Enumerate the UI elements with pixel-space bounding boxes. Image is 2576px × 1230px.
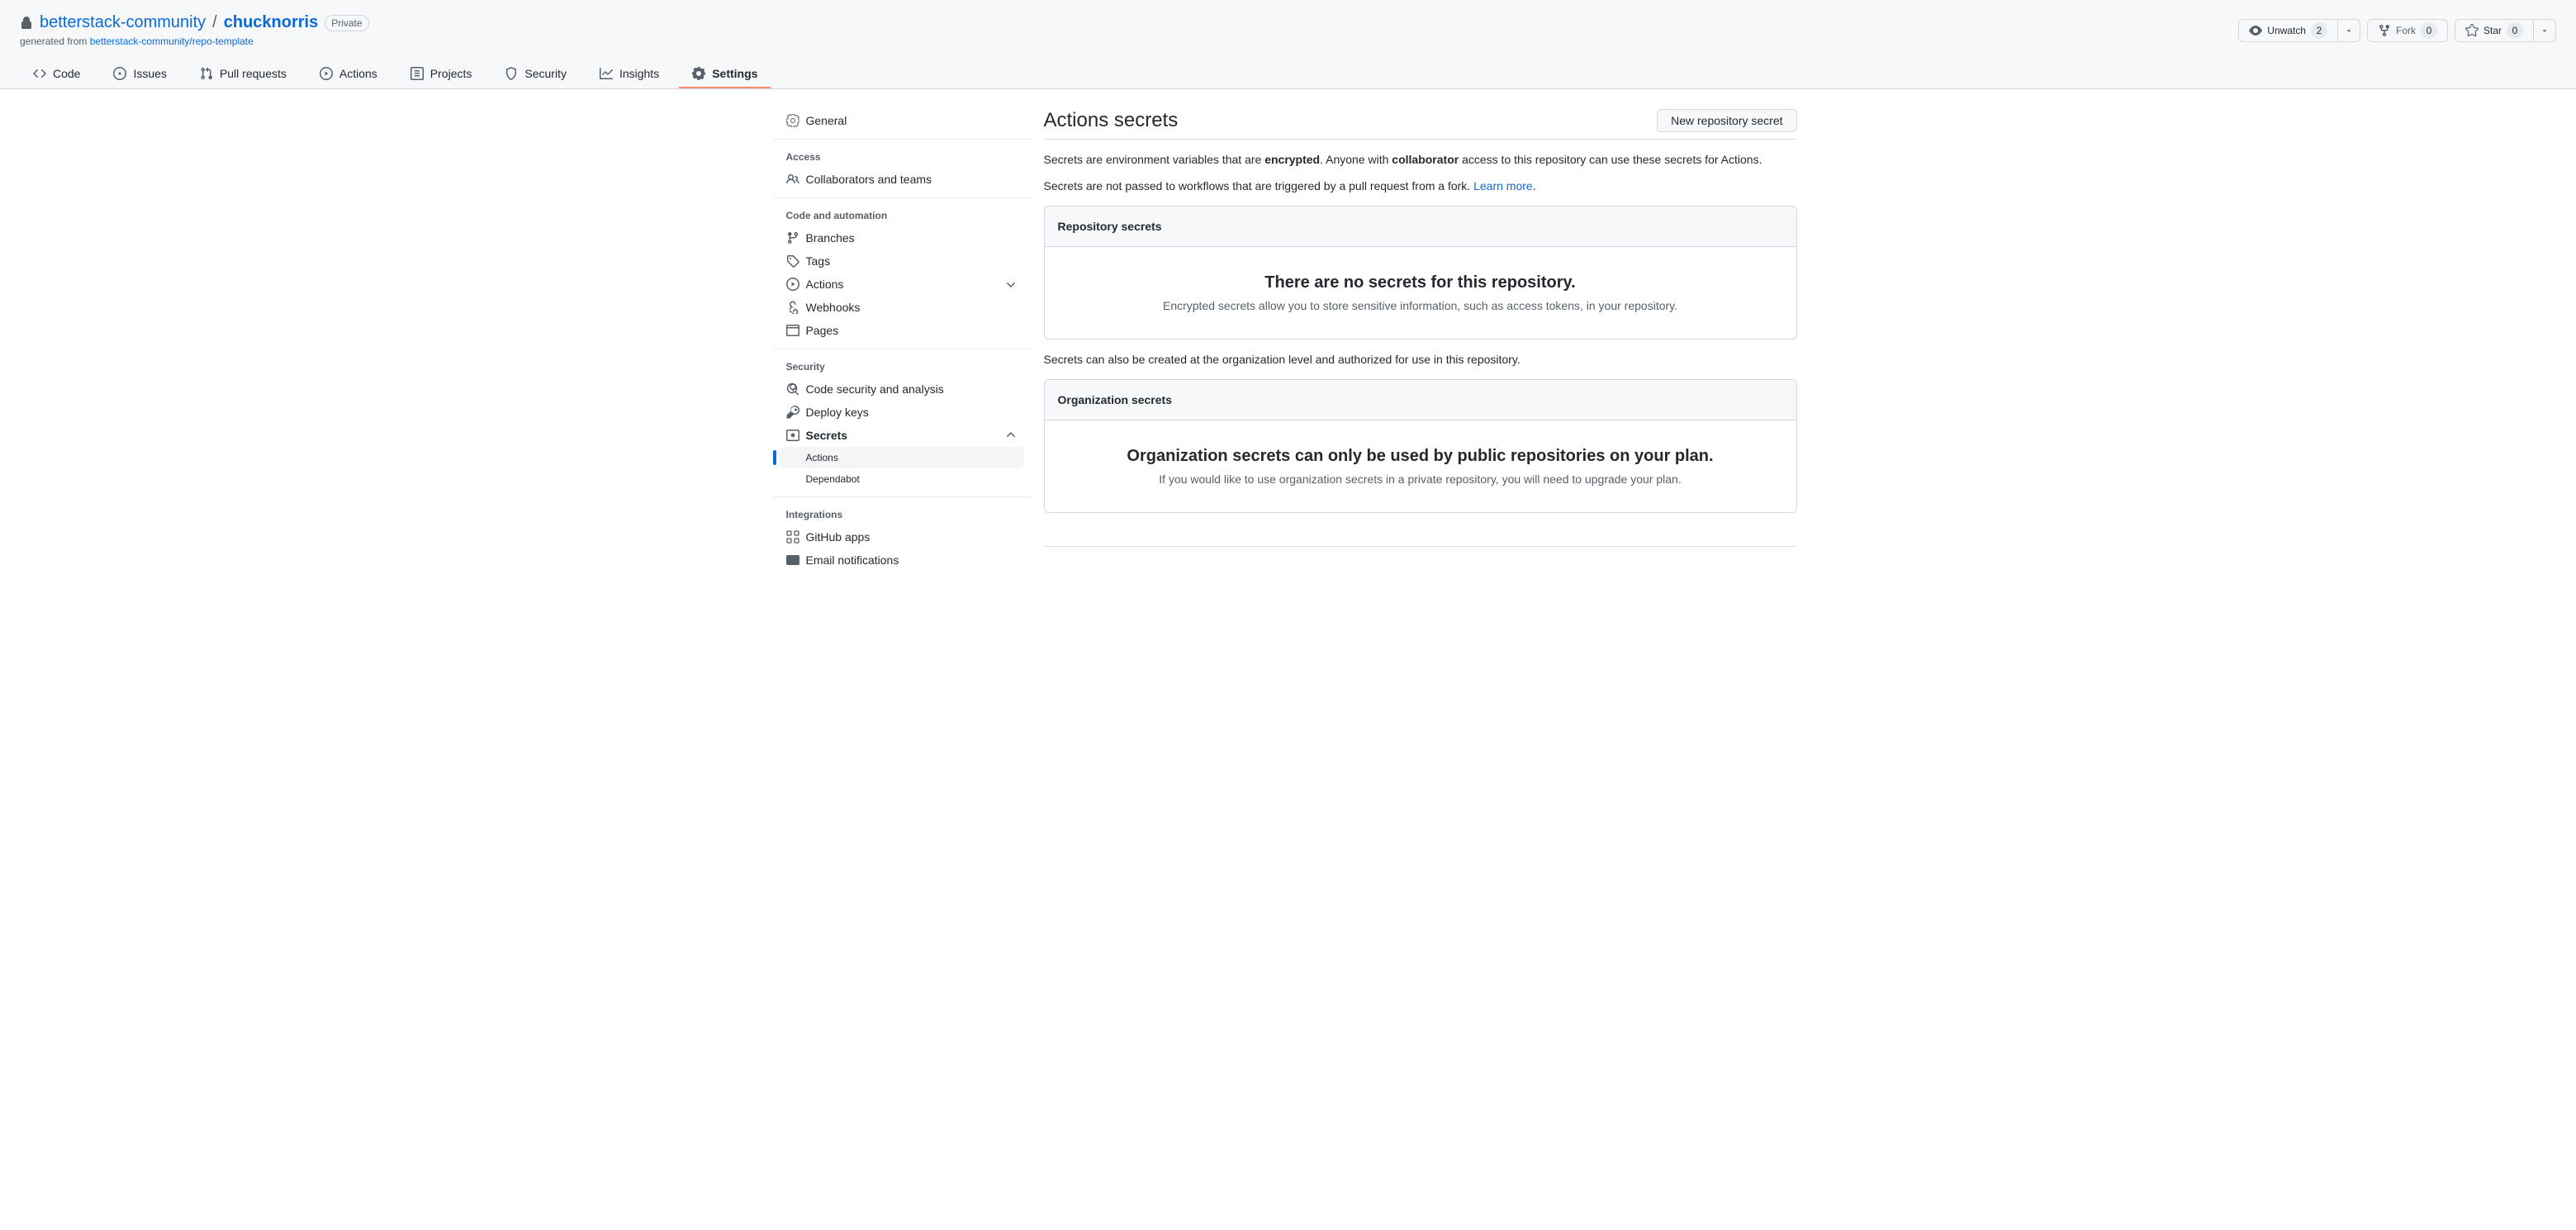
play-icon <box>786 278 799 291</box>
graph-icon <box>600 67 613 80</box>
lock-icon <box>20 17 33 30</box>
tab-insights[interactable]: Insights <box>586 60 672 88</box>
watch-count: 2 <box>2311 22 2327 39</box>
git-branch-icon <box>786 231 799 245</box>
sidebar-item-code-security[interactable]: Code security and analysis <box>780 378 1024 401</box>
org-secrets-note: Secrets can also be created at the organ… <box>1044 353 1797 366</box>
star-dropdown[interactable] <box>2534 19 2556 42</box>
webhook-icon <box>786 301 799 314</box>
repo-secrets-heading: Repository secrets <box>1058 220 1783 233</box>
fork-button[interactable]: Fork 0 <box>2367 19 2448 42</box>
template-link[interactable]: betterstack-community/repo-template <box>90 36 254 47</box>
repo-forked-icon <box>2378 24 2391 37</box>
play-icon <box>320 67 333 80</box>
sidebar-item-actions[interactable]: Actions <box>780 273 1024 296</box>
shield-icon <box>505 67 518 80</box>
sidebar-item-email-notifications[interactable]: Email notifications <box>780 549 1024 572</box>
sidebar-item-github-apps[interactable]: GitHub apps <box>780 525 1024 549</box>
browser-icon <box>786 324 799 337</box>
star-count: 0 <box>2507 22 2523 39</box>
gear-icon <box>786 114 799 127</box>
tab-security[interactable]: Security <box>491 60 580 88</box>
sidebar-item-collaborators[interactable]: Collaborators and teams <box>780 168 1024 191</box>
gear-icon <box>692 67 705 80</box>
people-icon <box>786 173 799 186</box>
triangle-down-icon <box>2540 26 2549 35</box>
sidebar-heading-access: Access <box>780 146 1024 168</box>
page-title: Actions secrets <box>1044 109 1179 132</box>
sidebar-item-secrets[interactable]: Secrets <box>780 424 1024 447</box>
chevron-up-icon <box>1004 429 1018 442</box>
fork-count: 0 <box>2421 22 2437 39</box>
repo-secrets-empty-title: There are no secrets for this repository… <box>1071 273 1770 292</box>
star-button[interactable]: Star 0 <box>2455 19 2534 42</box>
repo-header: betterstack-community / chucknorris Priv… <box>0 0 2576 89</box>
org-secrets-empty-title: Organization secrets can only be used by… <box>1071 447 1770 466</box>
repo-nav: Code Issues Pull requests Actions Projec… <box>20 60 2556 88</box>
tab-pull-requests[interactable]: Pull requests <box>187 60 300 88</box>
tag-icon <box>786 254 799 268</box>
sidebar-subitem-secrets-dependabot[interactable]: Dependabot <box>780 468 1024 490</box>
owner-link[interactable]: betterstack-community <box>40 13 206 32</box>
repo-secrets-empty-desc: Encrypted secrets allow you to store sen… <box>1071 299 1770 312</box>
sidebar-item-tags[interactable]: Tags <box>780 249 1024 273</box>
new-repository-secret-button[interactable]: New repository secret <box>1657 109 1796 132</box>
unwatch-dropdown[interactable] <box>2338 19 2360 42</box>
tab-settings[interactable]: Settings <box>679 60 771 88</box>
codescan-icon <box>786 382 799 396</box>
eye-icon <box>2249 24 2262 37</box>
secrets-description-1: Secrets are environment variables that a… <box>1044 153 1797 166</box>
sidebar-heading-security: Security <box>780 356 1024 378</box>
tab-projects[interactable]: Projects <box>397 60 486 88</box>
tab-code[interactable]: Code <box>20 60 93 88</box>
org-secrets-box: Organization secrets Organization secret… <box>1044 379 1797 513</box>
settings-sidebar: General Access Collaborators and teams C… <box>780 109 1024 572</box>
repo-title: betterstack-community / chucknorris Priv… <box>20 13 369 32</box>
org-secrets-heading: Organization secrets <box>1058 393 1783 406</box>
sidebar-item-general[interactable]: General <box>780 109 1024 132</box>
key-asterisk-icon <box>786 429 799 442</box>
mail-icon <box>786 553 799 567</box>
footer-divider <box>1044 546 1797 547</box>
generated-from: generated from betterstack-community/rep… <box>20 36 369 47</box>
visibility-badge: Private <box>325 15 368 31</box>
tab-actions[interactable]: Actions <box>306 60 391 88</box>
key-icon <box>786 406 799 419</box>
sidebar-item-branches[interactable]: Branches <box>780 226 1024 249</box>
sidebar-item-deploy-keys[interactable]: Deploy keys <box>780 401 1024 424</box>
repo-secrets-box: Repository secrets There are no secrets … <box>1044 206 1797 340</box>
repo-link[interactable]: chucknorris <box>224 13 318 31</box>
sidebar-heading-code: Code and automation <box>780 205 1024 226</box>
sidebar-item-webhooks[interactable]: Webhooks <box>780 296 1024 319</box>
git-pull-request-icon <box>200 67 213 80</box>
repo-actions: Unwatch 2 Fork 0 Star 0 <box>2238 19 2556 42</box>
sidebar-heading-integrations: Integrations <box>780 504 1024 525</box>
table-icon <box>410 67 424 80</box>
path-separator: / <box>212 13 217 32</box>
chevron-down-icon <box>1004 278 1018 291</box>
unwatch-button[interactable]: Unwatch 2 <box>2238 19 2338 42</box>
triangle-down-icon <box>2345 26 2353 35</box>
code-icon <box>33 67 46 80</box>
learn-more-link[interactable]: Learn more <box>1473 179 1533 192</box>
issue-opened-icon <box>113 67 126 80</box>
main-content: Actions secrets New repository secret Se… <box>1044 109 1797 572</box>
sidebar-subitem-secrets-actions[interactable]: Actions <box>780 447 1024 468</box>
org-secrets-empty-desc: If you would like to use organization se… <box>1071 473 1770 486</box>
tab-issues[interactable]: Issues <box>100 60 179 88</box>
star-icon <box>2465 24 2479 37</box>
apps-icon <box>786 530 799 544</box>
sidebar-item-pages[interactable]: Pages <box>780 319 1024 342</box>
secrets-description-2: Secrets are not passed to workflows that… <box>1044 179 1797 192</box>
